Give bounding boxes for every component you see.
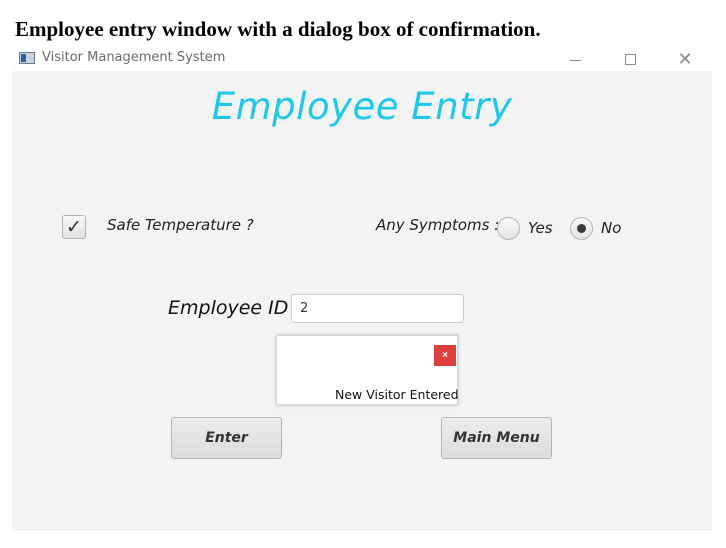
symptoms-no-radio[interactable] <box>570 217 593 240</box>
confirmation-dialog: × New Visitor Entered <box>276 335 459 405</box>
safe-temperature-label: Safe Temperature ? <box>107 216 254 234</box>
employee-entry-panel: Employee Entry ✓ Safe Temperature ? Any … <box>12 71 712 531</box>
window-titlebar[interactable]: Visitor Management System ✕ <box>12 47 712 71</box>
checkmark-icon: ✓ <box>66 216 82 238</box>
minimize-button[interactable] <box>555 47 595 71</box>
symptoms-yes-label[interactable]: Yes <box>528 219 553 237</box>
close-window-button[interactable]: ✕ <box>665 47 705 71</box>
dialog-message: New Visitor Entered <box>335 387 459 402</box>
minimize-icon <box>569 59 581 61</box>
dialog-close-button[interactable]: × <box>434 345 456 366</box>
maximize-button[interactable] <box>610 47 650 71</box>
radio-selected-dot <box>577 224 586 233</box>
figure-caption: Employee entry window with a dialog box … <box>15 17 541 41</box>
close-icon: ✕ <box>677 48 693 70</box>
maximize-icon <box>624 53 636 65</box>
main-menu-button[interactable]: Main Menu <box>441 417 552 459</box>
symptoms-no-label[interactable]: No <box>601 219 621 237</box>
symptoms-yes-radio[interactable] <box>497 217 520 240</box>
any-symptoms-label: Any Symptoms : <box>376 216 500 234</box>
close-icon: × <box>442 350 448 361</box>
employee-id-label: Employee ID : <box>168 297 301 319</box>
enter-button[interactable]: Enter <box>171 417 282 459</box>
safe-temperature-checkbox[interactable]: ✓ <box>62 215 86 239</box>
page-title: Employee Entry <box>211 85 513 128</box>
window-title: Visitor Management System <box>42 50 226 65</box>
employee-id-input[interactable] <box>291 294 464 323</box>
app-window-icon <box>19 52 35 64</box>
